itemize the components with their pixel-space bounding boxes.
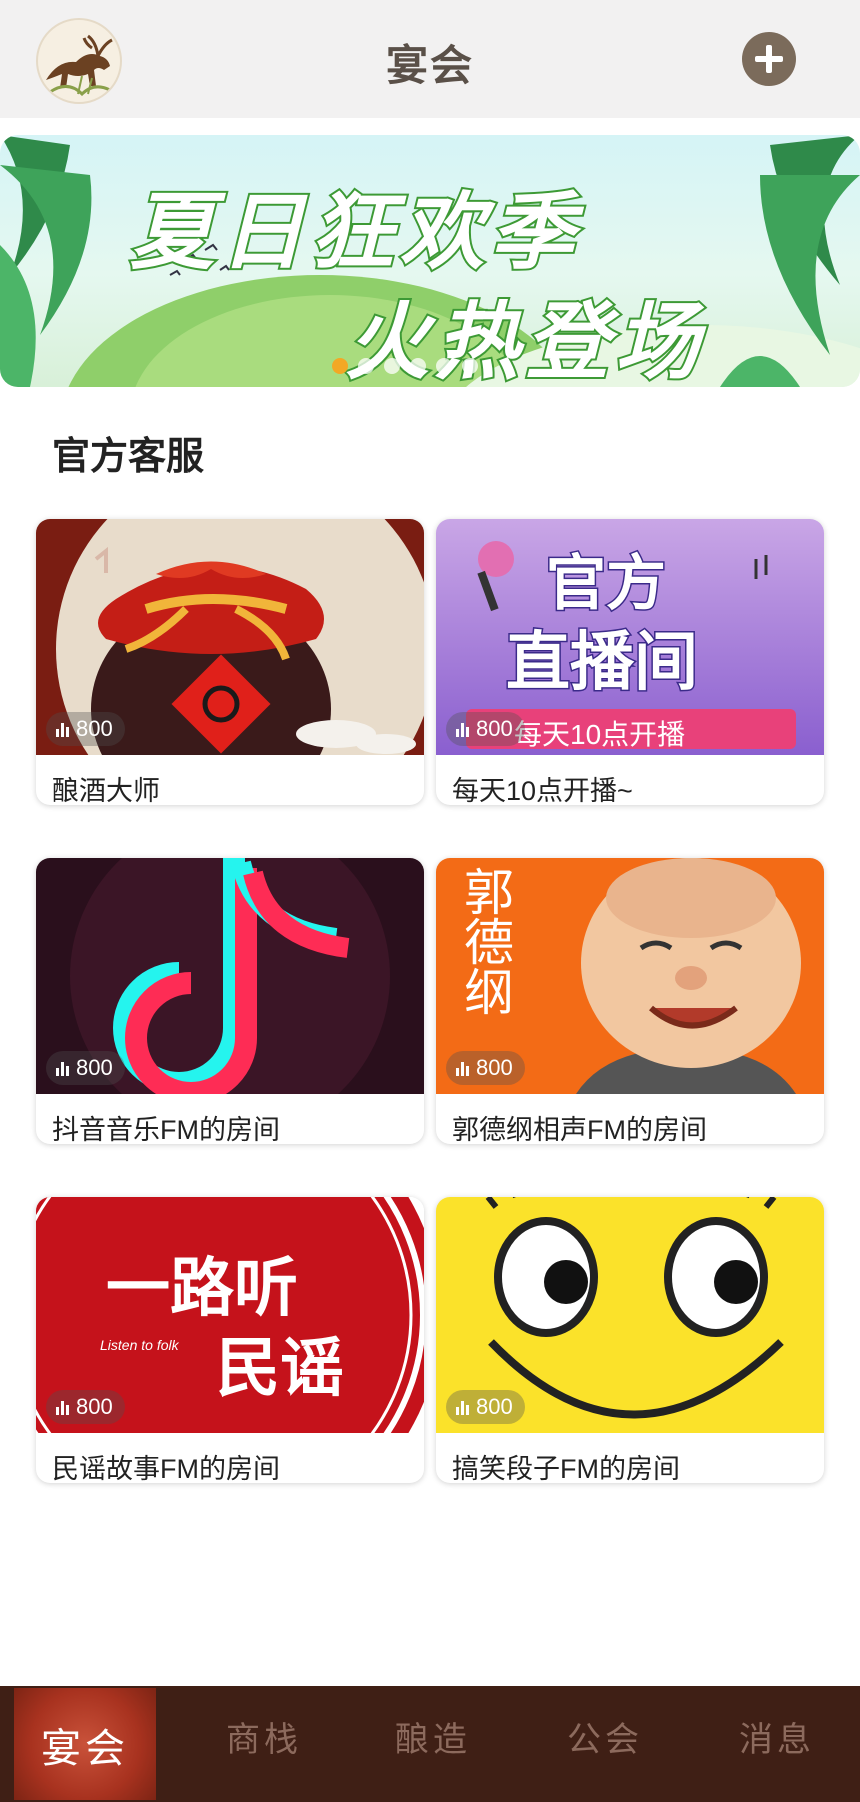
room-name: 民谣故事FM的房间 xyxy=(52,1454,280,1483)
room-card-official-live[interactable]: 官方 直播间 每天10点开播 800 每天10点开播~ xyxy=(436,519,824,805)
poster-title-1: 官方 xyxy=(545,549,668,619)
room-card-folk-stories[interactable]: 一路听 民谣 Listen to folk 800 民谣故事FM的房间 xyxy=(36,1197,424,1483)
signal-bars-icon xyxy=(456,1399,470,1415)
room-name: 每天10点开播~ xyxy=(452,776,633,805)
room-card-guo-degang[interactable]: 郭德纲 800 郭德纲相声FM的房间 xyxy=(436,858,824,1144)
nav-item-banquet-label: 宴会 xyxy=(41,1726,129,1772)
listener-count-badge: 800 xyxy=(446,1051,525,1085)
carousel-dot[interactable] xyxy=(384,358,400,374)
room-card-wine-master[interactable]: 800 酿酒大师 xyxy=(36,519,424,805)
carousel-dot[interactable] xyxy=(410,358,426,374)
plus-icon xyxy=(755,45,783,73)
carousel-dot[interactable] xyxy=(436,358,452,374)
room-card-douyin-music[interactable]: 800 抖音音乐FM的房间 xyxy=(36,858,424,1144)
listener-count-badge: 800 xyxy=(46,1390,125,1424)
poster-subtitle: Listen to folk xyxy=(100,1337,179,1353)
banner-headline-1: 夏日狂欢季 xyxy=(128,183,581,281)
nav-item-messages[interactable]: 消息 xyxy=(739,1712,815,1761)
listener-count-badge: 800 xyxy=(446,1390,525,1424)
listener-count-badge: 800 xyxy=(446,712,525,746)
listener-count: 800 xyxy=(476,1055,513,1080)
room-card-jokes[interactable]: 800 搞笑段子FM的房间 xyxy=(436,1197,824,1483)
room-name: 酿酒大师 xyxy=(52,776,160,805)
nav-item-brew[interactable]: 酿造 xyxy=(395,1712,471,1761)
listener-count: 800 xyxy=(476,1394,513,1419)
page-title: 宴会 xyxy=(385,42,474,89)
promo-banner[interactable]: 夏日狂欢季 火热登场 xyxy=(0,135,860,387)
signal-bars-icon xyxy=(456,721,470,737)
listener-count: 800 xyxy=(476,716,513,741)
signal-bars-icon xyxy=(56,1399,70,1415)
poster-calligraphy-1: 一路听 xyxy=(106,1251,298,1326)
signal-bars-icon xyxy=(456,1060,470,1076)
section-title: 官方客服 xyxy=(52,436,205,478)
nav-item-guild[interactable]: 公会 xyxy=(567,1712,643,1761)
listener-count: 800 xyxy=(76,1394,113,1419)
room-name: 搞笑段子FM的房间 xyxy=(452,1454,680,1483)
carousel-dots xyxy=(332,358,478,374)
poster-calligraphy-2: 民谣 xyxy=(216,1331,344,1406)
poster-ribbon: 每天10点开播 xyxy=(514,719,686,750)
carousel-dot[interactable] xyxy=(462,358,478,374)
poster-title-2: 直播间 xyxy=(505,625,700,700)
room-name: 抖音音乐FM的房间 xyxy=(52,1115,280,1144)
listener-count-badge: 800 xyxy=(46,1051,125,1085)
signal-bars-icon xyxy=(56,721,70,737)
listener-count: 800 xyxy=(76,1055,113,1080)
signal-bars-icon xyxy=(56,1060,70,1076)
carousel-dot[interactable] xyxy=(358,358,374,374)
room-name: 郭德纲相声FM的房间 xyxy=(452,1115,707,1144)
top-bar: 宴会 xyxy=(0,0,860,118)
nav-item-banquet[interactable]: 宴会 xyxy=(14,1688,156,1800)
add-button[interactable] xyxy=(742,32,796,86)
carousel-dot[interactable] xyxy=(332,358,348,374)
nav-item-shop[interactable]: 商栈 xyxy=(226,1712,302,1761)
listener-count: 800 xyxy=(76,716,113,741)
poster-vertical-text: 郭德纲 xyxy=(456,866,514,1016)
listener-count-badge: 800 xyxy=(46,712,125,746)
